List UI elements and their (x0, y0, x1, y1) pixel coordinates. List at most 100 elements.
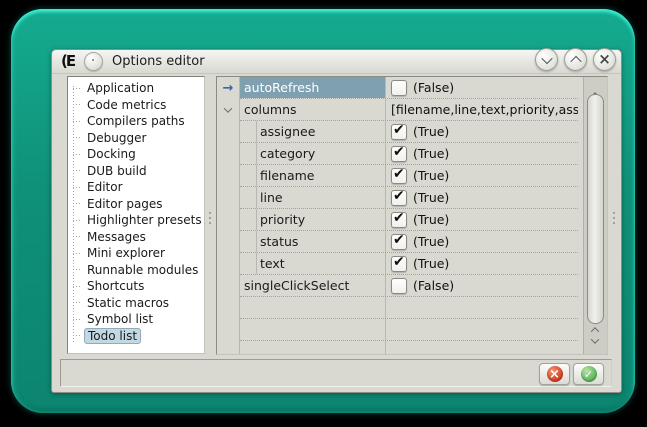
checkbox-unchecked[interactable] (391, 278, 407, 294)
sidebar-item-label: Symbol list (84, 311, 156, 327)
maximize-button[interactable] (564, 48, 587, 71)
property-row[interactable]: text✔(True) (240, 253, 578, 275)
sidebar-item[interactable]: Symbol list (73, 311, 204, 328)
sidebar-item[interactable]: Static macros (73, 295, 204, 312)
property-grid-rows: autoRefresh(False)columns[filename,line,… (240, 77, 578, 355)
sidebar-item[interactable]: Editor (73, 179, 204, 196)
scrollbar-thumb[interactable] (587, 94, 604, 324)
property-name-cell[interactable]: priority (256, 209, 386, 230)
empty-row (240, 341, 578, 355)
window-controls: × (535, 48, 616, 71)
sidebar-item-label: Editor (84, 179, 126, 195)
scroll-down-icon[interactable] (592, 329, 598, 348)
sidebar-item[interactable]: Highlighter presets (73, 212, 204, 229)
property-value-cell[interactable]: ✔ (True) (386, 165, 578, 186)
sidebar-item-label: Shortcuts (84, 278, 147, 294)
property-row[interactable]: columns [filename,line,text,priority,assi… (240, 99, 578, 121)
property-name-cell[interactable]: line (256, 187, 386, 208)
property-name-cell[interactable]: singleClickSelect (240, 275, 386, 296)
window-menu-button[interactable] (84, 52, 103, 71)
sidebar-item-label: Debugger (84, 130, 149, 146)
property-value-cell[interactable]: [filename,line,text,priority,assigne (386, 99, 578, 120)
window-title: Options editor (112, 54, 205, 69)
property-row[interactable]: status✔(True) (240, 231, 578, 253)
empty-value-cell (386, 319, 578, 340)
property-value-text: (True) (413, 190, 449, 205)
property-name-cell[interactable]: columns (240, 99, 386, 120)
property-value-cell[interactable]: ✔ (True) (386, 187, 578, 208)
tree-connector (73, 154, 81, 155)
cancel-button[interactable]: × (539, 363, 570, 385)
tree-connector (73, 302, 81, 303)
property-value-cell[interactable]: (False) (386, 77, 578, 98)
minimize-button[interactable] (535, 48, 558, 71)
property-value-cell[interactable]: (False) (386, 275, 578, 296)
property-row[interactable]: priority ✔ (True) (240, 209, 578, 231)
property-name-cell[interactable]: status (256, 231, 386, 252)
check-icon: ✔ (393, 210, 405, 226)
coedit-logo-icon: (E (61, 52, 74, 70)
sidebar-item-label: Docking (84, 146, 139, 162)
property-row[interactable]: singleClickSelect(False) (240, 275, 578, 297)
property-name-cell[interactable]: filename (256, 165, 386, 186)
empty-name-cell (240, 297, 386, 318)
property-row[interactable]: autoRefresh(False) (240, 77, 578, 99)
sidebar-item[interactable]: Debugger (73, 130, 204, 147)
categories-tree[interactable]: ApplicationCode metricsCompilers pathsDe… (67, 76, 205, 354)
checkbox-checked[interactable]: ✔ (391, 190, 407, 206)
property-row[interactable]: filename ✔ (True) (240, 165, 578, 187)
sidebar-item[interactable]: Docking (73, 146, 204, 163)
empty-row (240, 319, 578, 341)
property-value-cell[interactable]: ✔(True) (386, 143, 578, 164)
checkbox-checked[interactable]: ✔ (391, 212, 407, 228)
property-name-cell[interactable]: text (256, 253, 386, 274)
property-value-cell[interactable]: ✔(True) (386, 231, 578, 252)
sidebar-item[interactable]: Mini explorer (73, 245, 204, 262)
property-value-text: (True) (413, 212, 449, 227)
property-value-text: (True) (413, 168, 449, 183)
checkbox-checked[interactable]: ✔ (391, 146, 407, 162)
sidebar-item[interactable]: Code metrics (73, 97, 204, 114)
property-name-cell[interactable]: assignee (256, 121, 386, 142)
empty-value-cell (386, 341, 578, 355)
sidebar-item[interactable]: Compilers paths (73, 113, 204, 130)
property-value-cell[interactable]: ✔(True) (386, 121, 578, 142)
property-value-cell[interactable]: ✔ (True) (386, 209, 578, 230)
sidebar-item[interactable]: Messages (73, 229, 204, 246)
tree-connector (73, 319, 81, 320)
sidebar-item-label: Application (84, 80, 157, 96)
sidebar-item-label: Editor pages (84, 196, 166, 212)
checkbox-checked[interactable]: ✔ (391, 124, 407, 140)
collapse-chevron-icon[interactable] (217, 99, 239, 121)
checkbox-checked[interactable]: ✔ (391, 256, 407, 272)
property-name-cell[interactable]: autoRefresh (240, 77, 386, 98)
property-row[interactable]: line ✔ (True) (240, 187, 578, 209)
checkbox-unchecked[interactable] (391, 80, 407, 96)
property-value-cell[interactable]: ✔(True) (386, 253, 578, 274)
checkbox-checked[interactable]: ✔ (391, 234, 407, 250)
property-row[interactable]: category✔(True) (240, 143, 578, 165)
sidebar-item[interactable]: Editor pages (73, 196, 204, 213)
property-grid-gutter: → (217, 77, 240, 354)
property-grid[interactable]: → autoRefresh(False)columns[filename,lin… (216, 76, 608, 355)
sidebar-item[interactable]: Shortcuts (73, 278, 204, 295)
sidebar-item[interactable]: DUB build (73, 163, 204, 180)
property-name-cell[interactable]: category (256, 143, 386, 164)
close-button[interactable]: × (593, 48, 616, 71)
checkbox-checked[interactable]: ✔ (391, 168, 407, 184)
sidebar-item[interactable]: Runnable modules (73, 262, 204, 279)
right-splitter-handle[interactable] (613, 212, 615, 224)
property-row[interactable]: assignee✔(True) (240, 121, 578, 143)
ok-button[interactable]: ✓ (573, 363, 604, 385)
tree-connector (73, 220, 81, 221)
sidebar-item[interactable]: Todo list (73, 328, 204, 345)
cancel-x-icon: × (547, 366, 563, 382)
titlebar[interactable]: (E Options editor × (52, 50, 621, 74)
sidebar-item[interactable]: Application (73, 80, 204, 97)
tree-connector (73, 203, 81, 204)
sidebar-item-label: Compilers paths (84, 113, 188, 129)
property-value-text: [filename,line,text,priority,assigne (391, 102, 578, 117)
vertical-scrollbar[interactable] (583, 77, 608, 354)
tree-connector (73, 187, 81, 188)
splitter-handle[interactable] (209, 212, 211, 224)
